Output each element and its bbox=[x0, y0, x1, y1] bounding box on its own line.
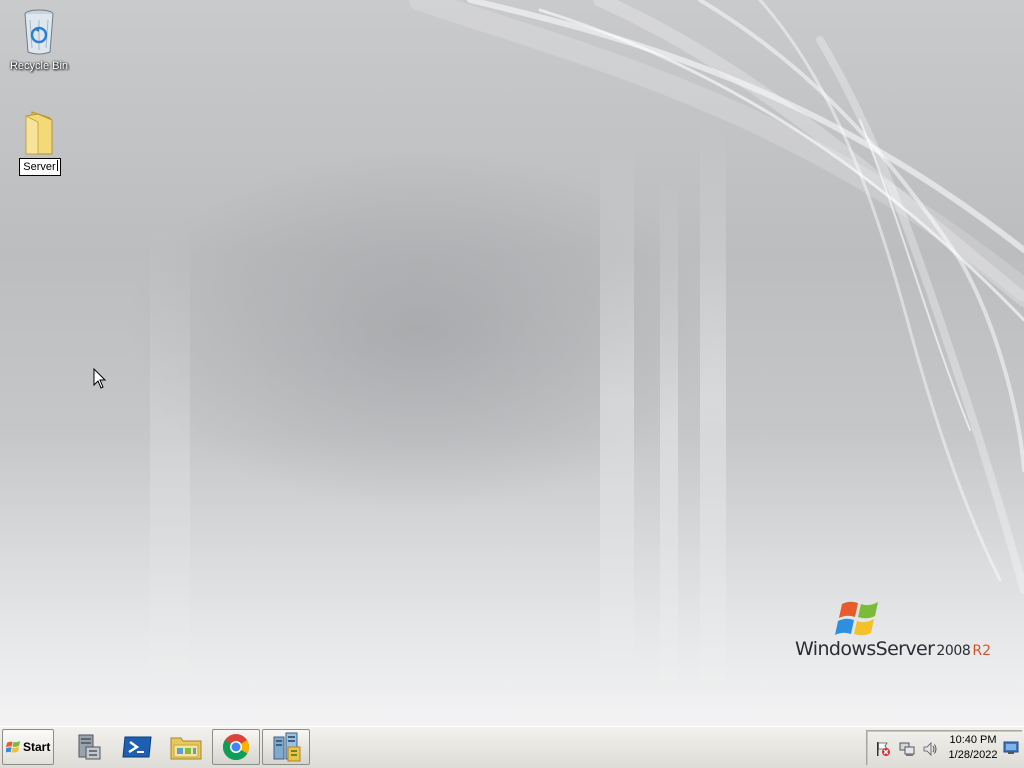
windows-server-branding: WindowsServer 2008 R2 bbox=[792, 598, 1002, 668]
start-label: Start bbox=[23, 740, 51, 754]
folder-icon bbox=[25, 111, 53, 155]
taskbar: Start 10:40 PM 1/28/2022 bbox=[0, 726, 1024, 768]
volume-icon[interactable] bbox=[922, 741, 938, 757]
server-folder-desktop-icon[interactable]: Server bbox=[5, 110, 75, 176]
text-caret bbox=[56, 160, 58, 171]
action-center-icon[interactable] bbox=[875, 741, 891, 757]
desktop[interactable]: Recycle Bin Server WindowsServer 2008 R2 bbox=[0, 0, 1024, 726]
notification-area: 10:40 PM 1/28/2022 bbox=[866, 730, 1022, 765]
taskbar-powershell[interactable] bbox=[113, 729, 161, 765]
brand-wordmark: WindowsServer 2008 R2 bbox=[795, 638, 991, 660]
clock-time: 10:40 PM bbox=[949, 734, 997, 746]
network-tool-icon bbox=[273, 732, 301, 762]
system-clock[interactable]: 10:40 PM 1/28/2022 bbox=[943, 733, 1003, 763]
powershell-icon bbox=[122, 736, 152, 758]
taskbar-network-tool[interactable] bbox=[262, 729, 310, 765]
network-icon[interactable] bbox=[899, 741, 915, 757]
brand-word-server: Server bbox=[875, 638, 935, 660]
chrome-icon bbox=[222, 734, 250, 761]
server-manager-icon bbox=[78, 734, 101, 760]
rename-input[interactable]: Server bbox=[19, 158, 61, 176]
show-desktop-icon[interactable] bbox=[1003, 741, 1019, 755]
recycle-bin-label: Recycle Bin bbox=[9, 60, 69, 72]
brand-word-windows: Windows bbox=[795, 638, 876, 660]
folder-icon bbox=[170, 737, 202, 760]
brand-year: 2008 bbox=[936, 643, 971, 659]
recycle-bin-icon bbox=[24, 9, 54, 55]
brand-edition: R2 bbox=[972, 643, 992, 659]
start-windows-logo-icon bbox=[6, 740, 21, 753]
taskbar-windows-explorer[interactable] bbox=[162, 729, 210, 765]
mouse-pointer-icon bbox=[93, 368, 107, 389]
taskbar-server-manager[interactable] bbox=[64, 729, 112, 765]
rename-input-text: Server bbox=[23, 161, 56, 173]
clock-date: 1/28/2022 bbox=[948, 749, 998, 761]
recycle-bin-desktop-icon[interactable]: Recycle Bin bbox=[4, 8, 74, 74]
taskbar-google-chrome[interactable] bbox=[212, 729, 260, 765]
windows-flag-logo bbox=[835, 601, 878, 636]
start-button[interactable]: Start bbox=[2, 729, 54, 765]
